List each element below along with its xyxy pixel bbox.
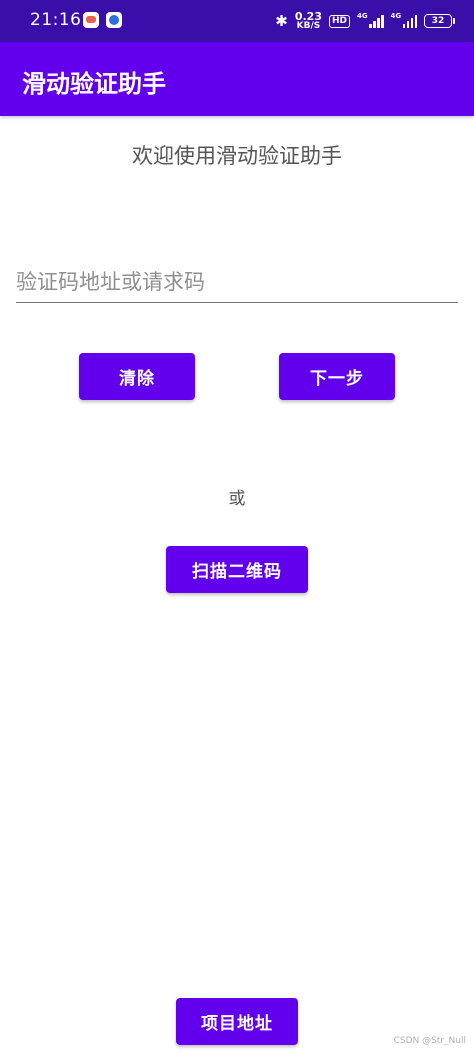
clear-button[interactable]: 清除 [79, 353, 195, 400]
signal-2-icon: 4G [390, 12, 417, 28]
status-indicators: ✱ 0.23 KB/S HD 4G 4G 32 [275, 8, 455, 34]
scan-qr-button[interactable]: 扫描二维码 [166, 546, 308, 593]
watermark: CSDN @Str_Null [393, 1036, 466, 1046]
project-address-button[interactable]: 项目地址 [176, 998, 298, 1045]
app-screen: 21:16 ✱ 0.23 KB/S HD 4G 4G 32 滑动验证助手 欢迎使… [0, 0, 474, 1053]
status-time: 21:16 [30, 10, 82, 30]
network-type-1: 4G [357, 12, 368, 20]
code-input[interactable] [16, 262, 458, 302]
game-app-icon [83, 12, 99, 28]
battery-icon: 32 [424, 14, 455, 28]
next-button[interactable]: 下一步 [279, 353, 395, 400]
app-title: 滑动验证助手 [22, 70, 166, 98]
app-bar: 滑动验证助手 [0, 42, 474, 116]
network-speed-unit: KB/S [296, 21, 321, 31]
code-input-container [16, 262, 458, 303]
signal-1-icon: 4G [357, 12, 384, 28]
or-text: 或 [228, 489, 246, 509]
hd-badge: HD [328, 14, 350, 28]
bluetooth-icon: ✱ [275, 11, 288, 30]
browser-app-icon [106, 12, 122, 28]
network-type-2: 4G [390, 12, 402, 20]
welcome-text: 欢迎使用滑动验证助手 [132, 144, 342, 168]
status-bar: 21:16 ✱ 0.23 KB/S HD 4G 4G 32 [0, 0, 474, 42]
network-speed: 0.23 KB/S [295, 11, 322, 31]
